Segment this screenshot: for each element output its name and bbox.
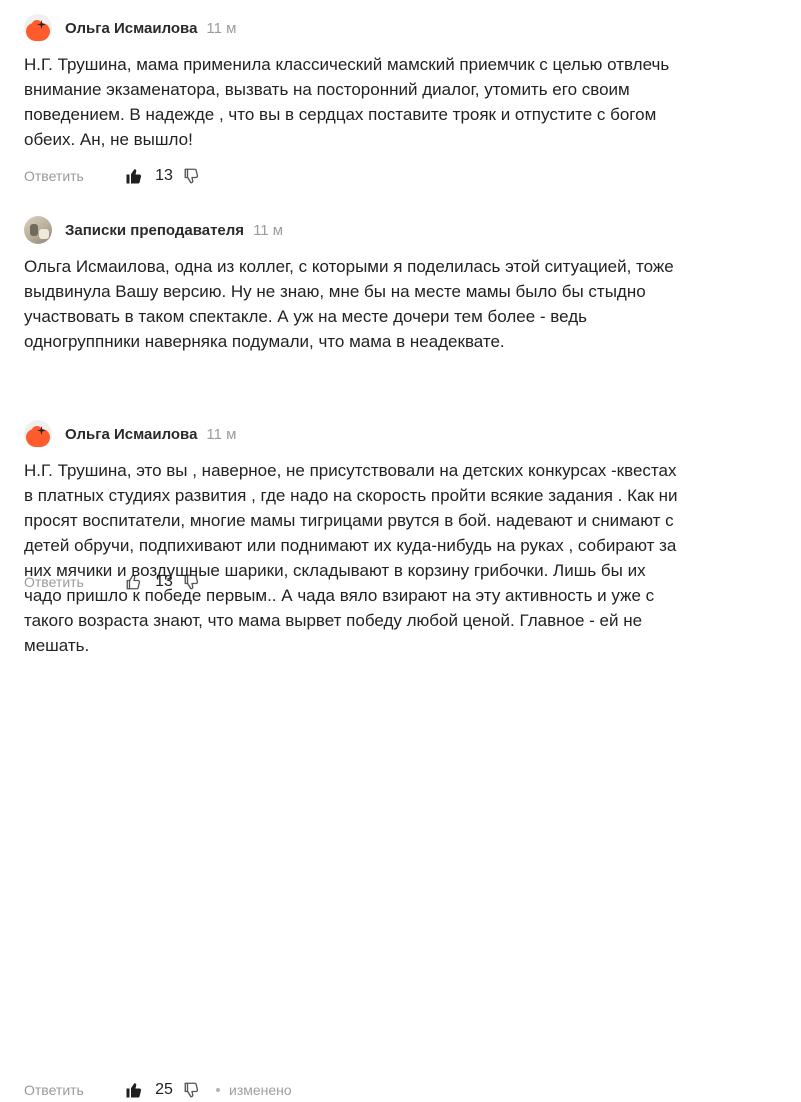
comment-header: Ольга Исмаилова 11 м	[24, 418, 236, 450]
comment-actions: Ответить 13	[24, 164, 202, 188]
text-line: такого возраста знают, что мама вырвет п…	[24, 611, 643, 630]
edited-label: изменено	[229, 1082, 292, 1098]
thumbs-up-filled-icon[interactable]	[124, 166, 144, 186]
timestamp: 11 м	[206, 19, 237, 37]
text-line: Н.Г. Трушина, это вы , наверное, не прис…	[24, 461, 677, 480]
like-count: 25	[155, 1081, 173, 1098]
reply-button[interactable]: Ответить	[24, 1082, 120, 1098]
comment-header: Записки преподавателя 11 м	[24, 214, 283, 246]
timestamp: 11 м	[206, 425, 237, 443]
text-line: детей обручи, подпихивают или поднимают …	[24, 536, 677, 555]
author-name[interactable]: Ольга Исмаилова	[65, 20, 197, 37]
comment-text: Н.Г. Трушина, это вы , наверное, не прис…	[24, 458, 790, 658]
avatar[interactable]	[24, 420, 52, 448]
text-line: обеих. Ан, не вышло!	[24, 130, 193, 149]
text-line: в платных студиях развития , где надо на…	[24, 486, 678, 505]
comment-header: Ольга Исмаилова 11 м	[24, 12, 236, 44]
text-line: Ольга Исмаилова, одна из коллег, с котор…	[24, 257, 674, 276]
text-line: одногруппники наверняка подумали, что ма…	[24, 332, 505, 351]
timestamp: 11 м	[253, 221, 284, 239]
thumbs-up-filled-icon[interactable]	[124, 1080, 144, 1100]
text-line: поведением. В надежде , что вы в сердцах…	[24, 105, 657, 124]
avatar[interactable]	[24, 14, 52, 42]
text-line: чадо пришло к победе первым.. А чада вял…	[24, 586, 655, 605]
comment-text: Ольга Исмаилова, одна из коллег, с котор…	[24, 254, 790, 354]
text-line: них мячики и воздушные шарики, складываю…	[24, 561, 646, 580]
author-name[interactable]: Записки преподавателя	[65, 222, 244, 239]
text-line: внимание экзаменатора, вызвать на постор…	[24, 80, 630, 99]
thumbs-down-icon[interactable]	[182, 1080, 202, 1100]
comment-text: Н.Г. Трушина, мама применила классически…	[24, 52, 790, 152]
author-name[interactable]: Ольга Исмаилова	[65, 426, 197, 443]
text-line: участвовать в таком спектакле. А уж на м…	[24, 307, 587, 326]
avatar[interactable]	[24, 216, 52, 244]
thumbs-down-icon[interactable]	[182, 166, 202, 186]
text-line: Н.Г. Трушина, мама применила классически…	[24, 55, 670, 74]
separator-dot	[216, 1088, 220, 1092]
text-line: просят воспитатели, многие мамы тигрицам…	[24, 511, 674, 530]
edited-indicator: изменено	[216, 1082, 292, 1098]
text-line: выдвинула Вашу версию. Ну не знаю, мне б…	[24, 282, 646, 301]
like-count: 13	[155, 167, 173, 184]
sparkle-icon	[37, 426, 46, 435]
reply-button[interactable]: Ответить	[24, 168, 120, 184]
comment-actions: Ответить 25 изменено	[24, 1078, 292, 1102]
text-line: мешать.	[24, 636, 90, 655]
sparkle-icon	[37, 20, 46, 29]
